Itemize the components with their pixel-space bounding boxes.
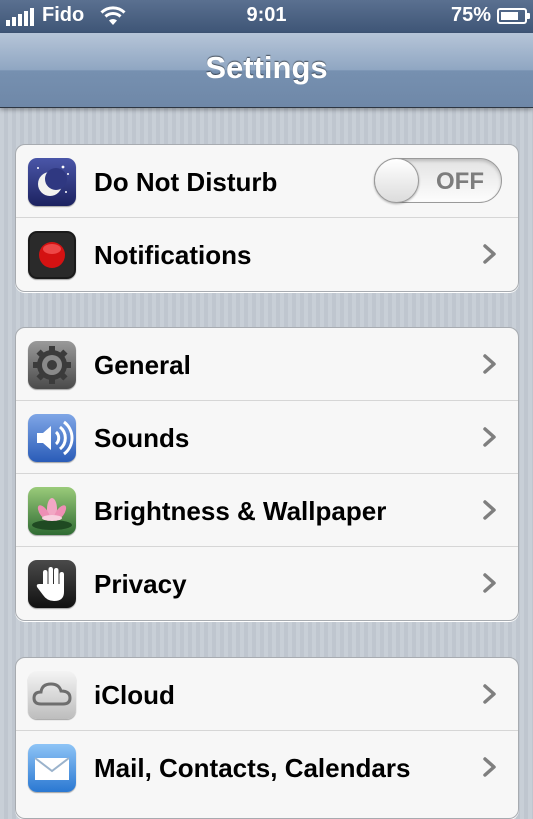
settings-group-2: General Sounds Brightness & Wallpaper Pr… — [15, 327, 519, 621]
navigation-bar: Settings — [0, 33, 533, 108]
notifications-icon — [28, 231, 76, 279]
row-brightness-wallpaper[interactable]: Brightness & Wallpaper — [16, 474, 518, 547]
battery-percent: 75% — [450, 4, 491, 26]
row-general[interactable]: General — [16, 328, 518, 401]
toggle-state-label: OFF — [436, 168, 484, 195]
row-label: iCloud — [94, 680, 175, 710]
row-label: Notifications — [94, 240, 252, 270]
do-not-disturb-toggle[interactable]: OFF — [374, 158, 502, 203]
chevron-right-icon — [483, 500, 496, 520]
chevron-right-icon — [483, 354, 496, 374]
settings-group-3: iCloud Mail, Contacts, Calendars — [15, 657, 519, 819]
toggle-knob[interactable] — [374, 158, 419, 203]
row-label: General — [94, 350, 191, 380]
status-bar: Fido 9:01 75% — [0, 0, 533, 33]
row-do-not-disturb: Do Not Disturb OFF — [16, 145, 518, 218]
row-label: Brightness & Wallpaper — [94, 496, 387, 526]
row-sounds[interactable]: Sounds — [16, 401, 518, 474]
moon-icon — [28, 158, 76, 206]
status-right: 75% — [450, 4, 530, 27]
chevron-right-icon — [483, 684, 496, 704]
row-label: Do Not Disturb — [94, 167, 278, 197]
row-icloud[interactable]: iCloud — [16, 658, 518, 731]
chevron-right-icon — [483, 427, 496, 447]
page-title: Settings — [205, 50, 328, 85]
chevron-right-icon — [483, 573, 496, 593]
row-label: Sounds — [94, 423, 190, 453]
row-privacy[interactable]: Privacy — [16, 547, 518, 620]
settings-group-1: Do Not Disturb OFF Notifications — [15, 144, 519, 292]
row-label: Privacy — [94, 569, 187, 599]
chevron-right-icon — [483, 757, 496, 777]
speaker-icon — [28, 414, 76, 462]
row-mail-contacts-calendars[interactable]: Mail, Contacts, Calendars — [16, 731, 518, 804]
row-notifications[interactable]: Notifications — [16, 218, 518, 291]
hand-icon — [28, 560, 76, 608]
cloud-icon — [28, 671, 76, 719]
flower-icon — [28, 487, 76, 535]
mail-icon — [28, 744, 76, 792]
chevron-right-icon — [483, 244, 496, 264]
battery-icon — [497, 7, 530, 24]
gear-icon — [28, 341, 76, 389]
row-label: Mail, Contacts, Calendars — [94, 753, 411, 783]
